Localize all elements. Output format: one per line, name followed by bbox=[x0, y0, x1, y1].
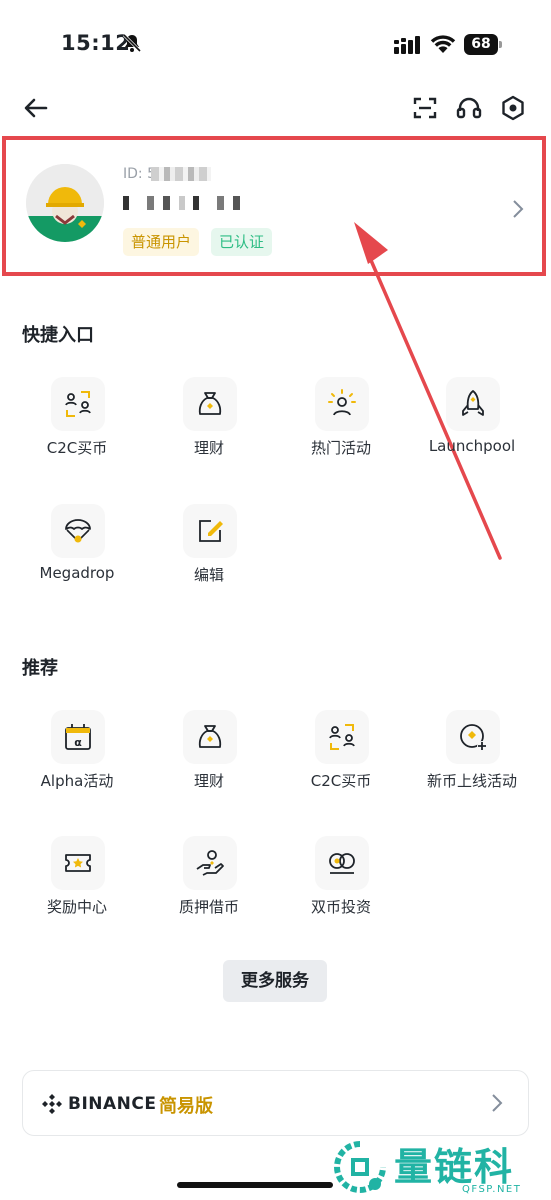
user-level-badge: 普通用户 bbox=[123, 228, 200, 256]
recommend-item-loan[interactable]: 质押借币 bbox=[143, 836, 275, 936]
user-name-masked bbox=[123, 196, 241, 210]
c2c-icon bbox=[329, 724, 355, 750]
recommend-item-label: 质押借币 bbox=[178, 898, 239, 916]
watermark-logo bbox=[334, 1141, 386, 1193]
wifi-icon bbox=[430, 35, 456, 53]
home-indicator bbox=[177, 1182, 333, 1188]
c2c-icon bbox=[65, 391, 91, 417]
signal-icon bbox=[394, 36, 420, 54]
quick-item-earn[interactable]: 理财 bbox=[143, 377, 275, 477]
quick-access-title: 快捷入口 bbox=[22, 325, 94, 346]
recommend-item-label: C2C买币 bbox=[310, 772, 372, 790]
quick-item-label: Launchpool bbox=[428, 437, 516, 455]
quick-item-megadrop[interactable]: Megadrop bbox=[11, 504, 143, 604]
binance-logo-icon bbox=[42, 1094, 62, 1114]
parachute-icon bbox=[65, 519, 91, 543]
recommend-item-earn[interactable]: 理财 bbox=[143, 710, 275, 810]
chevron-right-icon[interactable] bbox=[511, 198, 525, 220]
loan-icon bbox=[196, 850, 224, 876]
recommend-item-label: 新币上线活动 bbox=[426, 772, 517, 790]
scan-icon[interactable] bbox=[411, 94, 439, 122]
recommend-title: 推荐 bbox=[22, 658, 58, 679]
quick-item-label: 编辑 bbox=[193, 566, 224, 584]
quick-item-label: 热门活动 bbox=[310, 439, 371, 457]
recommend-item-rewards[interactable]: 奖励中心 bbox=[11, 836, 143, 936]
edit-icon bbox=[199, 520, 223, 542]
recommend-item-alpha[interactable]: α Alpha活动 bbox=[11, 710, 143, 810]
chevron-right-icon[interactable] bbox=[491, 1093, 503, 1113]
activity-icon bbox=[328, 389, 356, 416]
recommend-item-new-listing[interactable]: 新币上线活动 bbox=[406, 710, 538, 810]
quick-item-launchpool[interactable]: Launchpool bbox=[406, 377, 538, 477]
moneybag-icon bbox=[198, 392, 222, 415]
quick-item-label: 理财 bbox=[193, 439, 224, 457]
quick-item-label: Megadrop bbox=[39, 564, 115, 582]
battery-level: 68 bbox=[464, 34, 498, 55]
avatar[interactable] bbox=[26, 164, 104, 242]
watermark-subtext: QFSP.NET bbox=[462, 1184, 522, 1195]
quick-item-c2c[interactable]: C2C买币 bbox=[11, 377, 143, 477]
status-time: 15:12 bbox=[61, 31, 131, 55]
status-bar: 15:12 68 bbox=[0, 0, 551, 80]
quick-item-hot-activity[interactable]: 热门活动 bbox=[275, 377, 407, 477]
recommend-item-dual-investment[interactable]: 双币投资 bbox=[275, 836, 407, 936]
lite-mode-bar[interactable]: BINANCE 简易版 bbox=[22, 1070, 529, 1136]
headset-icon[interactable] bbox=[455, 94, 483, 122]
lite-mode-label: 简易版 bbox=[159, 1096, 213, 1117]
new-listing-icon bbox=[460, 724, 487, 751]
binance-brand: BINANCE bbox=[68, 1094, 157, 1114]
recommend-item-label: 双币投资 bbox=[310, 898, 371, 916]
user-id-masked bbox=[151, 167, 211, 181]
rocket-icon bbox=[462, 390, 484, 416]
dual-coin-icon bbox=[329, 853, 355, 874]
quick-item-label: C2C买币 bbox=[46, 439, 108, 457]
recommend-item-label: 理财 bbox=[193, 772, 224, 790]
svg-text:α: α bbox=[74, 736, 82, 749]
bell-muted-icon bbox=[122, 33, 142, 53]
ticket-icon bbox=[65, 854, 91, 872]
battery-indicator: 68 bbox=[464, 34, 502, 55]
quick-item-edit[interactable]: 编辑 bbox=[143, 504, 275, 604]
avatar-image bbox=[26, 164, 104, 242]
settings-icon[interactable] bbox=[499, 94, 527, 122]
verified-badge: 已认证 bbox=[211, 228, 273, 256]
recommend-item-c2c[interactable]: C2C买币 bbox=[275, 710, 407, 810]
more-services-button[interactable]: 更多服务 bbox=[223, 960, 327, 1002]
back-arrow-icon[interactable] bbox=[22, 94, 50, 122]
recommend-item-label: Alpha活动 bbox=[40, 772, 114, 790]
recommend-item-label: 奖励中心 bbox=[46, 898, 107, 916]
moneybag-icon bbox=[198, 725, 222, 748]
calendar-alpha-icon: α bbox=[65, 724, 91, 750]
